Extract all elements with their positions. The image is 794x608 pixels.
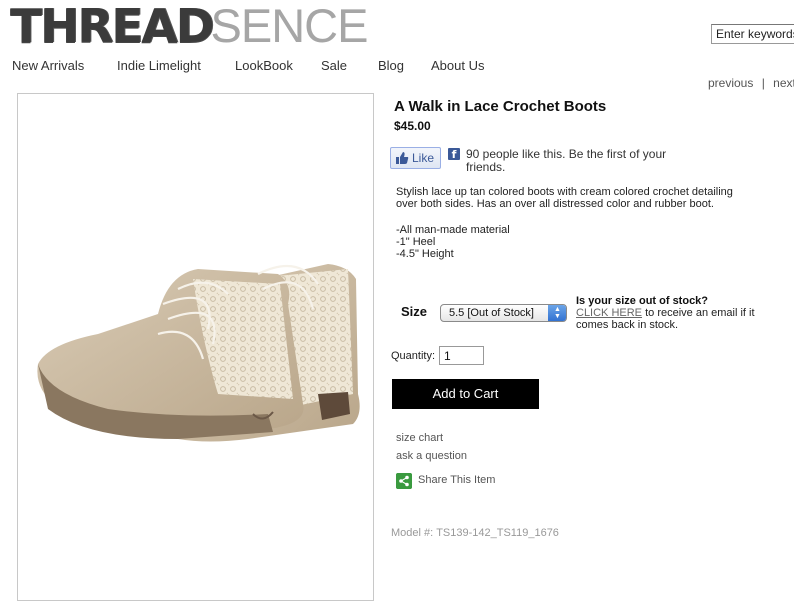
share-icon[interactable] [396,473,412,489]
product-description: Stylish lace up tan colored boots with c… [396,186,733,210]
size-select[interactable]: 5.5 [Out of Stock] ▲ ▼ [440,304,567,322]
product-price: $45.00 [394,119,431,133]
quantity-label: Quantity: [391,350,436,362]
thumbs-up-icon [396,152,409,164]
nav-blog[interactable]: Blog [378,58,404,73]
select-arrows-icon: ▲ ▼ [548,305,566,321]
product-title: A Walk in Lace Crochet Boots [394,98,607,115]
model-label: Model #: [391,527,434,539]
search-input[interactable]: Enter keywords [711,24,794,44]
facebook-like-button[interactable]: Like [390,147,441,169]
size-select-value: 5.5 [Out of Stock] [449,307,534,319]
size-chart-link[interactable]: size chart [396,432,443,444]
product-features: -All man-made material -1" Heel -4.5" He… [396,224,510,260]
next-link[interactable]: next [773,76,794,90]
nav-new-arrivals[interactable]: New Arrivals [12,58,84,73]
add-to-cart-button[interactable]: Add to Cart [392,379,539,409]
product-image[interactable] [17,93,374,601]
size-label: Size [401,304,428,319]
share-item-link[interactable]: Share This Item [418,474,495,486]
nav-sale[interactable]: Sale [321,58,347,73]
facebook-icon: f [448,148,460,161]
model-value: TS139-142_TS119_1676 [436,527,559,539]
like-button-label: Like [412,151,435,165]
quantity-input[interactable]: 1 [439,346,484,365]
ask-question-link[interactable]: ask a question [396,450,467,462]
boots-illustration [37,264,360,442]
feature-item: -All man-made material [396,224,510,236]
feature-item: -4.5" Height [396,248,454,260]
logo-sence-text: SENCE [210,0,369,52]
nav-indie-limelight[interactable]: Indie Limelight [117,58,201,73]
product-pager: previous | next [708,76,794,90]
out-of-stock-notice: Is your size out of stock? CLICK HERE to… [576,295,766,331]
site-logo[interactable]: THREAD SENCE [10,0,369,53]
logo-thread-text: THREAD [10,0,215,53]
oos-question: Is your size out of stock? [576,295,709,307]
like-count-text: 90 people like this. Be the first of you… [466,147,667,174]
nav-about-us[interactable]: About Us [431,58,484,73]
oos-click-here-link[interactable]: CLICK HERE [576,307,642,319]
model-number: Model #: TS139-142_TS119_1676 [391,527,559,539]
nav-lookbook[interactable]: LookBook [235,58,293,73]
feature-item: -1" Heel [396,236,436,248]
previous-link[interactable]: previous [708,76,753,90]
pager-separator: | [761,76,765,90]
